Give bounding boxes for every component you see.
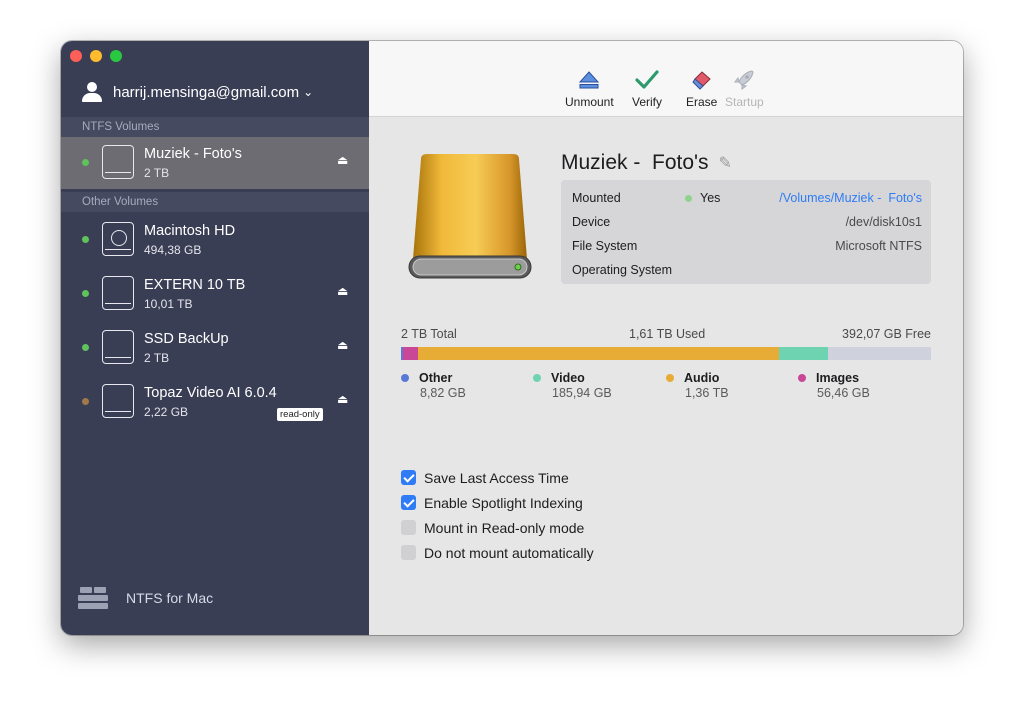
external-disk-icon <box>102 145 134 179</box>
usage-segment-audio <box>418 347 779 360</box>
app-brand-name: NTFS for Mac <box>126 590 214 606</box>
eject-icon[interactable]: ⏏ <box>337 284 348 298</box>
legend-other: Other 8,82 GB <box>401 371 466 400</box>
status-dot <box>82 398 89 405</box>
section-ntfs-volumes: NTFS Volumes <box>61 117 369 137</box>
external-disk-icon <box>102 384 134 418</box>
file-system-value: Microsoft NTFS <box>835 239 922 253</box>
volume-name: SSD BackUp <box>144 331 229 347</box>
eject-icon[interactable]: ⏏ <box>337 153 348 167</box>
checkbox-unchecked[interactable] <box>401 520 416 535</box>
option-save-last-access-time[interactable]: Save Last Access Time <box>401 465 594 490</box>
minimize-window-button[interactable] <box>90 50 102 62</box>
volume-size: 2 TB <box>144 166 170 180</box>
total-capacity: 2 TB Total <box>401 327 457 341</box>
user-icon <box>81 81 103 103</box>
eraser-icon <box>692 71 711 90</box>
eject-icon <box>579 71 600 89</box>
volume-name: Muziek - Foto's <box>144 146 242 162</box>
legend-audio: Audio 1,36 TB <box>666 371 729 400</box>
operating-system-label: Operating System <box>572 263 673 277</box>
rename-pencil-icon[interactable]: ✎ <box>719 153 732 173</box>
status-dot <box>82 159 89 166</box>
volume-title: Muziek - Foto's ✎ <box>561 151 732 175</box>
volume-size: 2,22 GB <box>144 405 189 419</box>
status-dot <box>82 344 89 351</box>
mount-options: Save Last Access Time Enable Spotlight I… <box>401 465 594 565</box>
volume-size: 494,38 GB <box>144 243 202 257</box>
usage-segment-images <box>403 347 419 360</box>
legend-video: Video 185,94 GB <box>533 371 612 400</box>
close-window-button[interactable] <box>70 50 82 62</box>
status-dot <box>82 290 89 297</box>
section-other-volumes: Other Volumes <box>61 192 369 212</box>
mounted-status: Yes <box>685 191 720 205</box>
volume-title-text: Muziek - Foto's <box>561 151 709 174</box>
checkmark-icon <box>635 70 659 89</box>
app-brand: NTFS for Mac <box>78 587 213 609</box>
volume-size: 10,01 TB <box>144 297 193 311</box>
option-enable-spotlight-indexing[interactable]: Enable Spotlight Indexing <box>401 490 594 515</box>
volume-name: EXTERN 10 TB <box>144 277 246 293</box>
sidebar: harrij.mensinga@gmail.com ⌄ NTFS Volumes… <box>61 41 369 635</box>
main-panel: Unmount Verify Erase Startup Muziek - Fo… <box>369 41 963 635</box>
external-disk-icon <box>102 276 134 310</box>
legend-dot <box>798 374 806 382</box>
option-do-not-mount-automatically[interactable]: Do not mount automatically <box>401 540 594 565</box>
option-mount-read-only[interactable]: Mount in Read-only mode <box>401 515 594 540</box>
volume-size: 2 TB <box>144 351 170 365</box>
status-dot <box>82 236 89 243</box>
volume-info-panel: Mounted Yes /Volumes/Muziek - Foto's Dev… <box>561 180 931 284</box>
device-value: /dev/disk10s1 <box>845 215 922 229</box>
erase-button[interactable]: Erase <box>686 69 717 109</box>
startup-button[interactable]: Startup <box>725 69 764 109</box>
usage-segment-video <box>778 347 828 360</box>
volume-item-muziek-fotos[interactable]: Muziek - Foto's 2 TB ⏏ <box>61 137 369 189</box>
legend-images: Images 56,46 GB <box>798 371 870 400</box>
used-capacity: 1,61 TB Used <box>629 327 706 341</box>
mounted-label: Mounted <box>572 191 621 205</box>
volume-item-macintosh-hd[interactable]: Macintosh HD 494,38 GB <box>61 214 369 266</box>
volume-name: Topaz Video AI 6.0.4 <box>144 385 277 401</box>
ntfs-logo-icon <box>78 587 108 609</box>
zoom-window-button[interactable] <box>110 50 122 62</box>
rocket-icon <box>734 70 754 90</box>
usage-bar <box>401 347 931 360</box>
verify-button[interactable]: Verify <box>632 69 662 109</box>
volume-item-ssd-backup[interactable]: SSD BackUp 2 TB ⏏ <box>61 322 369 374</box>
checkbox-checked[interactable] <box>401 495 416 510</box>
internal-disk-icon <box>102 222 134 256</box>
legend-dot <box>533 374 541 382</box>
account-email: harrij.mensinga@gmail.com <box>113 83 300 101</box>
eject-icon[interactable]: ⏏ <box>337 392 348 406</box>
read-only-badge: read-only <box>277 408 323 421</box>
external-disk-icon <box>102 330 134 364</box>
volume-item-topaz-video-ai[interactable]: Topaz Video AI 6.0.4 2,22 GB read-only ⏏ <box>61 376 369 428</box>
unmount-button[interactable]: Unmount <box>565 69 614 109</box>
drive-image <box>408 154 532 279</box>
legend-dot <box>401 374 409 382</box>
volume-name: Macintosh HD <box>144 223 236 239</box>
device-label: Device <box>572 215 611 229</box>
legend-dot <box>666 374 674 382</box>
chevron-down-icon: ⌄ <box>303 85 314 99</box>
free-capacity: 392,07 GB Free <box>842 327 931 341</box>
mounted-dot <box>685 194 692 202</box>
checkbox-checked[interactable] <box>401 470 416 485</box>
window-controls <box>70 50 122 62</box>
file-system-label: File System <box>572 239 638 253</box>
eject-icon[interactable]: ⏏ <box>337 338 348 352</box>
mount-path-link[interactable]: /Volumes/Muziek - Foto's <box>779 191 922 205</box>
volume-item-extern-10tb[interactable]: EXTERN 10 TB 10,01 TB ⏏ <box>61 268 369 320</box>
checkbox-unchecked[interactable] <box>401 545 416 560</box>
app-window: harrij.mensinga@gmail.com ⌄ NTFS Volumes… <box>61 41 963 635</box>
toolbar: Unmount Verify Erase Startup <box>369 41 963 117</box>
account-menu[interactable]: harrij.mensinga@gmail.com ⌄ <box>81 81 313 103</box>
